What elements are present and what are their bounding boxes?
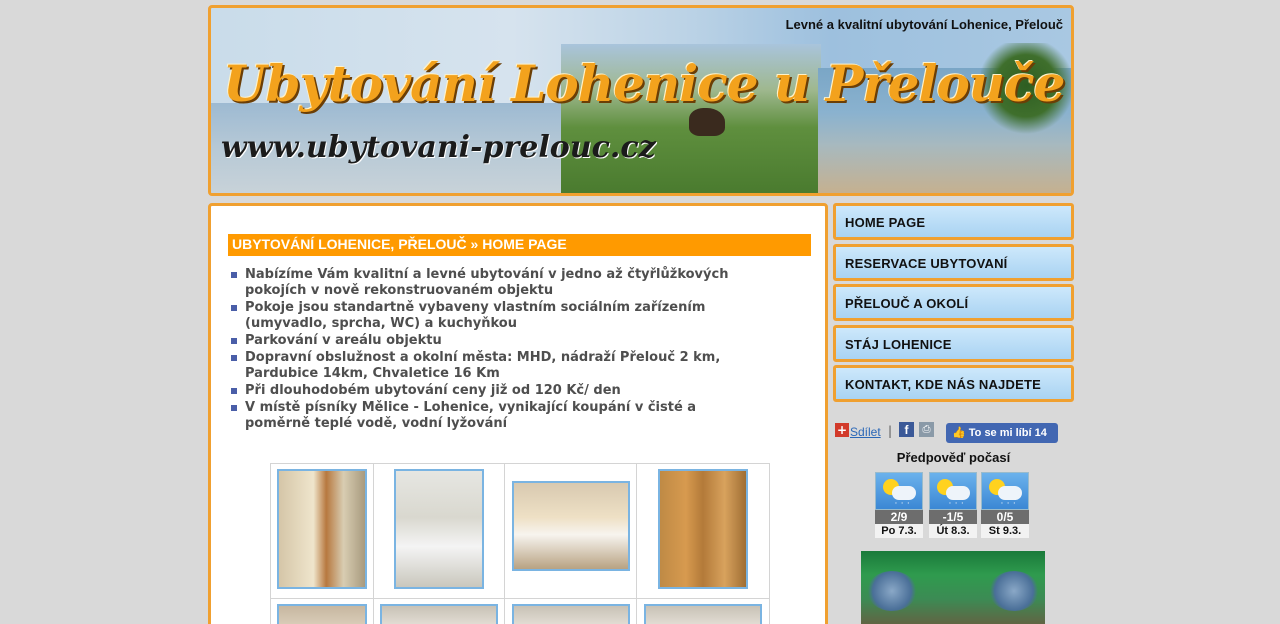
header-banner: Levné a kvalitní ubytování Lohenice, Pře…	[208, 5, 1074, 196]
fish-graphic	[867, 571, 917, 611]
weather-title: Předpověď počasí	[896, 450, 1011, 465]
sidebar-nav: HOME PAGE RESERVACE UBYTOVANÍ PŘELOUČ A …	[833, 203, 1074, 406]
photo-gallery	[269, 463, 771, 624]
weather-date: Út 8.3.	[929, 524, 977, 538]
banner-tagline: Levné a kvalitní ubytování Lohenice, Pře…	[785, 17, 1063, 32]
plus-icon[interactable]: +	[835, 423, 849, 437]
main-content: UBYTOVÁNÍ LOHENICE, PŘELOUČ » HOME PAGE …	[208, 203, 828, 624]
fish-graphic	[989, 571, 1039, 611]
photo-thumbnail[interactable]	[380, 604, 499, 624]
nav-item-prelouc-area[interactable]: PŘELOUČ A OKOLÍ	[833, 284, 1074, 321]
nav-item-home[interactable]: HOME PAGE	[833, 203, 1074, 240]
like-label: To se mi líbí 14	[968, 427, 1047, 439]
gallery-row	[269, 598, 771, 624]
photo-thumbnail[interactable]	[643, 604, 762, 624]
share-link[interactable]: Sdílet	[850, 425, 881, 439]
photo-thumbnail-corridor[interactable]	[277, 469, 368, 589]
banner-url: www.ubytovani-prelouc.cz	[221, 130, 656, 165]
nav-item-contact[interactable]: KONTAKT, KDE NÁS NAJDETE	[833, 365, 1074, 402]
facebook-icon[interactable]: f	[899, 422, 914, 437]
gallery-row	[269, 463, 771, 599]
weather-day: ' ' ' 0/5 St 9.3.	[981, 472, 1029, 538]
nav-item-reservation[interactable]: RESERVACE UBYTOVANÍ	[833, 243, 1074, 281]
print-icon[interactable]: ⎙	[919, 422, 934, 437]
list-item: Pokoje jsou standartně vybaveny vlastním…	[231, 300, 755, 332]
weather-temp: 0/5	[981, 510, 1029, 524]
list-item: Parkování v areálu objektu	[231, 333, 755, 349]
gallery-cell	[635, 463, 771, 599]
weather-day: ' ' ' -1/5 Út 8.3.	[929, 472, 977, 538]
gallery-cell	[504, 463, 637, 599]
list-item: Nabízíme Vám kvalitní a levné ubytování …	[231, 267, 755, 299]
weather-date: St 9.3.	[981, 524, 1029, 538]
page-title: UBYTOVÁNÍ LOHENICE, PŘELOUČ » HOME PAGE	[228, 234, 811, 256]
photo-thumbnail[interactable]	[277, 604, 368, 624]
gallery-cell	[635, 598, 771, 624]
feature-list: Nabízíme Vám kvalitní a levné ubytování …	[231, 267, 755, 433]
photo-thumbnail-wardrobe[interactable]	[657, 469, 748, 589]
sun-cloud-rain-icon: ' ' '	[981, 472, 1029, 510]
fishing-ad-banner[interactable]	[861, 551, 1045, 624]
gallery-cell	[504, 598, 637, 624]
like-icon: 👍	[952, 427, 969, 439]
weather-temp: 2/9	[875, 510, 923, 524]
list-item: Dopravní obslužnost a okolní města: MHD,…	[231, 350, 755, 382]
nav-item-stable[interactable]: STÁJ LOHENICE	[833, 324, 1074, 362]
list-item: V místě písníky Mělice - Lohenice, vynik…	[231, 400, 755, 432]
photo-thumbnail-bathroom[interactable]	[394, 469, 485, 589]
sun-cloud-rain-icon: ' ' '	[875, 472, 923, 510]
separator: |	[888, 424, 893, 438]
gallery-cell	[269, 463, 375, 599]
gallery-cell	[269, 598, 375, 624]
photo-thumbnail[interactable]	[511, 604, 630, 624]
gallery-cell	[373, 463, 506, 599]
sun-cloud-rain-icon: ' ' '	[929, 472, 977, 510]
social-bar: + Sdílet | f ⎙ 👍 To se mi líbí 14	[834, 422, 1074, 443]
facebook-like-button[interactable]: 👍 To se mi líbí 14	[946, 423, 1058, 443]
weather-temp: -1/5	[929, 510, 977, 524]
banner-title: Ubytování Lohenice u Přelouče	[223, 54, 1065, 113]
gallery-cell	[373, 598, 506, 624]
list-item: Při dlouhodobém ubytování ceny již od 12…	[231, 383, 755, 399]
weather-widget[interactable]: ' ' ' 2/9 Po 7.3. ' ' ' -1/5 Út 8.3. ' '…	[875, 472, 1035, 538]
photo-thumbnail-bedroom[interactable]	[511, 481, 630, 571]
weather-day: ' ' ' 2/9 Po 7.3.	[875, 472, 923, 538]
weather-date: Po 7.3.	[875, 524, 923, 538]
